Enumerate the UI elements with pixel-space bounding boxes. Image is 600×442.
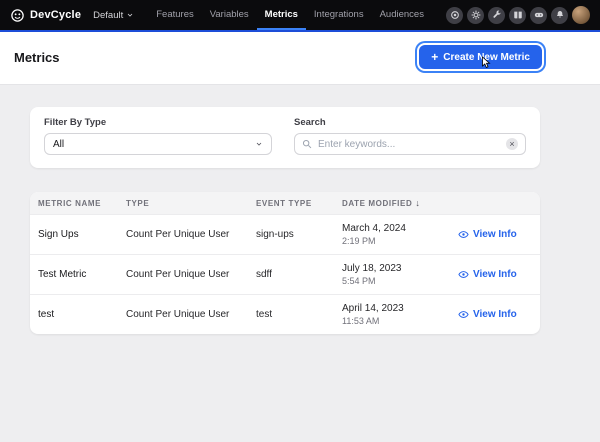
- view-info-link[interactable]: View Info: [458, 269, 532, 280]
- page-content: Filter By Type All Search × Metric Name …: [0, 85, 540, 334]
- filter-type-value: All: [53, 139, 64, 150]
- search-input[interactable]: [318, 139, 500, 150]
- project-selector[interactable]: Default: [93, 10, 134, 21]
- nav-item-audiences[interactable]: Audiences: [372, 0, 432, 30]
- gear-icon: [471, 10, 481, 20]
- search-icon: [302, 139, 312, 149]
- date-modified-cell: July 18, 2023 5:54 PM: [334, 255, 450, 294]
- metrics-table: Metric Name Type Event Type Date Modifie…: [30, 192, 540, 334]
- view-info-link[interactable]: View Info: [458, 309, 532, 320]
- brand-logo-group[interactable]: DevCycle: [10, 8, 81, 23]
- date-modified-cell: March 4, 2024 2:19 PM: [334, 215, 450, 254]
- column-header-date-modified[interactable]: Date Modified ↓: [334, 192, 450, 214]
- nav-item-metrics[interactable]: Metrics: [257, 0, 306, 30]
- devcycle-logo-icon: [10, 8, 25, 23]
- main-nav: Features Variables Metrics Integrations …: [148, 0, 432, 30]
- filter-type-group: Filter By Type All: [44, 117, 272, 155]
- metric-type-cell: Count Per Unique User: [118, 221, 248, 248]
- nav-item-integrations[interactable]: Integrations: [306, 0, 372, 30]
- metric-type-cell: Count Per Unique User: [118, 301, 248, 328]
- book-icon: [513, 10, 523, 20]
- column-header-event-type[interactable]: Event Type: [248, 193, 334, 214]
- filter-type-label: Filter By Type: [44, 117, 272, 128]
- column-header-actions: [450, 197, 540, 209]
- brand-name: DevCycle: [30, 9, 81, 21]
- search-group: Search ×: [294, 117, 526, 155]
- target-icon: [450, 10, 460, 20]
- search-box: ×: [294, 133, 526, 155]
- eye-icon: [458, 229, 469, 240]
- view-info-link[interactable]: View Info: [458, 229, 532, 240]
- event-type-cell: test: [248, 301, 334, 328]
- create-new-metric-label: Create New Metric: [443, 52, 530, 63]
- clear-search-icon[interactable]: ×: [506, 138, 518, 150]
- bell-icon: [555, 10, 565, 20]
- chevron-down-icon: [126, 11, 134, 19]
- user-avatar[interactable]: [572, 6, 590, 24]
- metric-name-cell: Sign Ups: [30, 221, 118, 248]
- column-header-metric-name[interactable]: Metric Name: [30, 193, 118, 214]
- table-body: Sign Ups Count Per Unique User sign-ups …: [30, 214, 540, 334]
- project-selector-label: Default: [93, 10, 123, 21]
- sort-desc-icon: ↓: [415, 198, 420, 208]
- table-row: test Count Per Unique User test April 14…: [30, 294, 540, 334]
- nav-item-variables[interactable]: Variables: [202, 0, 257, 30]
- page-header: Metrics + Create New Metric: [0, 32, 600, 85]
- filter-card: Filter By Type All Search ×: [30, 107, 540, 168]
- table-row: Sign Ups Count Per Unique User sign-ups …: [30, 214, 540, 254]
- date-modified-cell: April 14, 2023 11:53 AM: [334, 295, 450, 334]
- page-title: Metrics: [14, 50, 60, 65]
- table-row: Test Metric Count Per Unique User sdff J…: [30, 254, 540, 294]
- target-button[interactable]: [446, 7, 463, 24]
- column-header-type[interactable]: Type: [118, 193, 248, 214]
- notifications-button[interactable]: [551, 7, 568, 24]
- table-header-row: Metric Name Type Event Type Date Modifie…: [30, 192, 540, 214]
- docs-button[interactable]: [509, 7, 526, 24]
- event-type-cell: sign-ups: [248, 221, 334, 248]
- eye-icon: [458, 269, 469, 280]
- filter-type-select[interactable]: All: [44, 133, 272, 155]
- search-label: Search: [294, 117, 526, 128]
- metric-name-cell: Test Metric: [30, 261, 118, 288]
- navbar-actions: [446, 6, 590, 24]
- metric-type-cell: Count Per Unique User: [118, 261, 248, 288]
- plus-icon: +: [431, 51, 438, 63]
- chevron-down-icon: [255, 140, 263, 148]
- community-button[interactable]: [530, 7, 547, 24]
- settings-button[interactable]: [467, 7, 484, 24]
- eye-icon: [458, 309, 469, 320]
- tools-button[interactable]: [488, 7, 505, 24]
- create-new-metric-button[interactable]: + Create New Metric: [419, 45, 542, 69]
- top-navbar: DevCycle Default Features Variables Metr…: [0, 0, 600, 30]
- nav-item-features[interactable]: Features: [148, 0, 202, 30]
- wrench-icon: [492, 10, 502, 20]
- event-type-cell: sdff: [248, 261, 334, 288]
- metric-name-cell: test: [30, 301, 118, 328]
- gamepad-icon: [534, 10, 544, 20]
